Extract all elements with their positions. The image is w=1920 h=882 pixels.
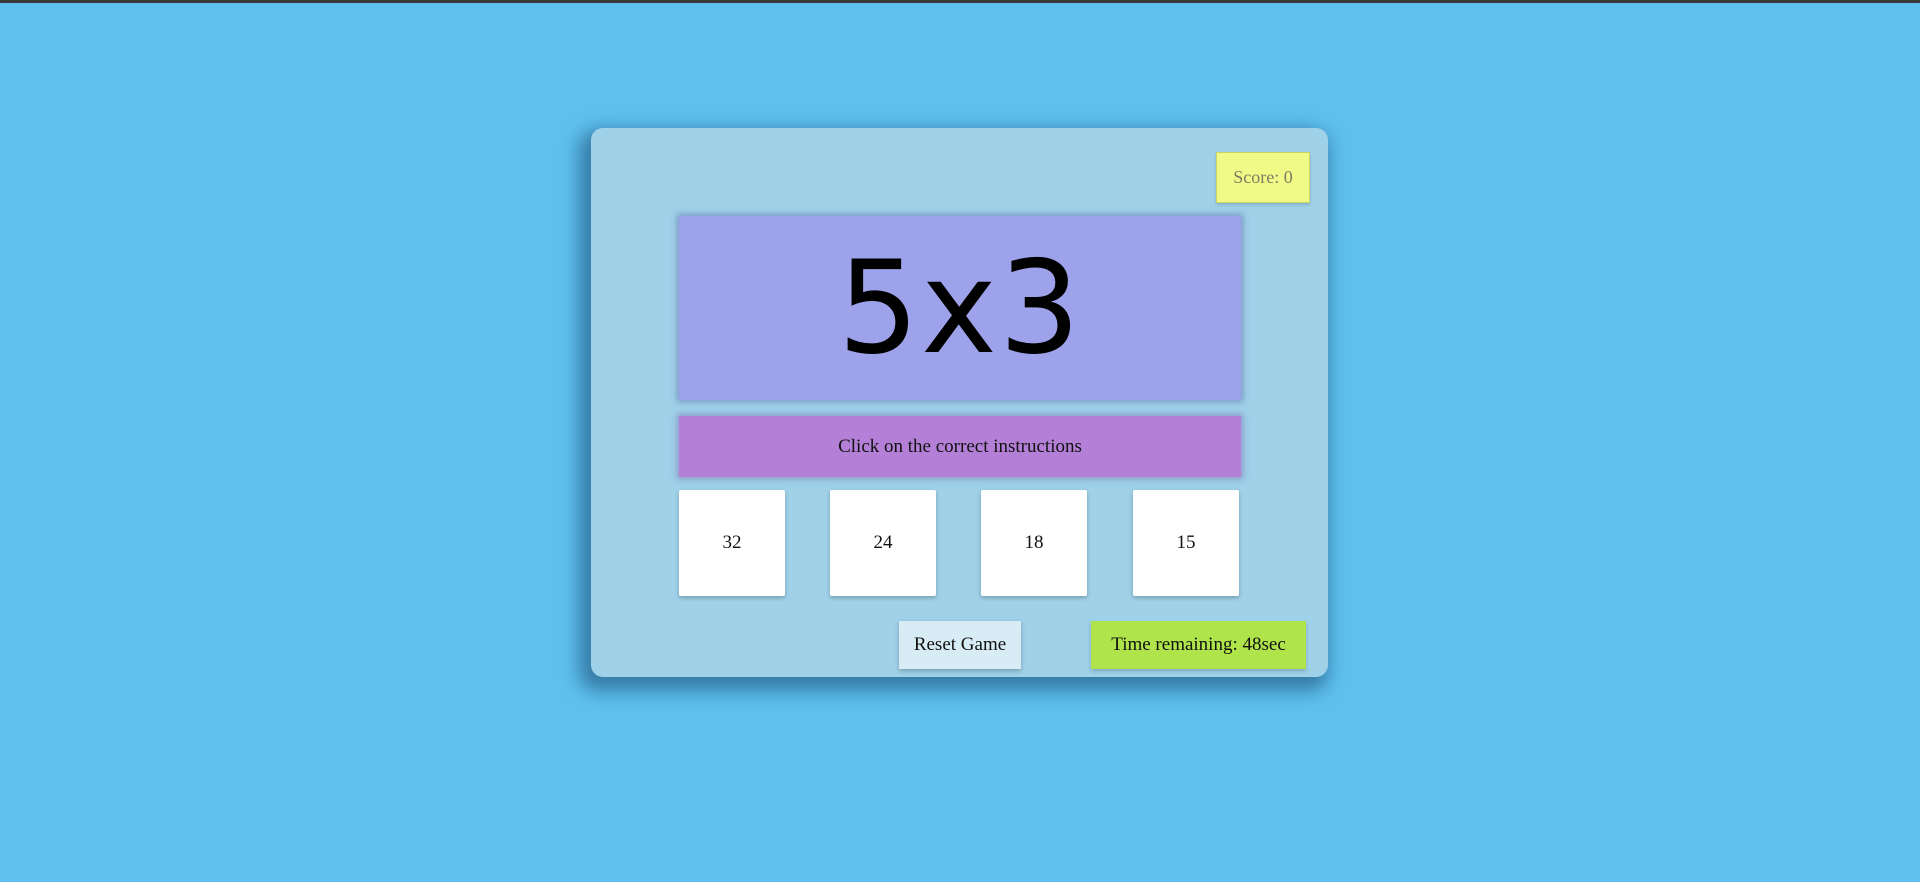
answer-choice-2[interactable]: 24 <box>830 490 936 596</box>
answer-choice-1[interactable]: 32 <box>679 490 785 596</box>
score-box: Score: 0 <box>1216 152 1310 203</box>
window-top-border <box>0 0 1920 3</box>
reset-game-button[interactable]: Reset Game <box>899 621 1021 669</box>
answer-choice-4[interactable]: 15 <box>1133 490 1239 596</box>
instruction-banner: Click on the correct instructions <box>679 416 1241 477</box>
question-display: 5x3 <box>679 216 1241 400</box>
answer-choice-3[interactable]: 18 <box>981 490 1087 596</box>
game-container: Score: 0 5x3 Click on the correct instru… <box>591 128 1328 677</box>
time-remaining-box: Time remaining: 48sec <box>1091 621 1306 669</box>
